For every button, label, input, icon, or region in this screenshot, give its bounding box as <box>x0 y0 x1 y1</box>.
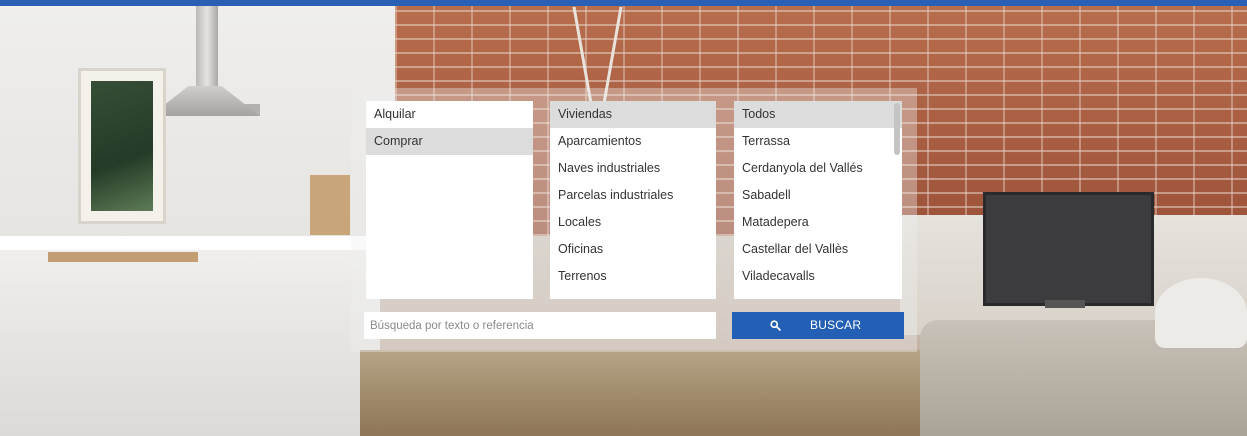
top-bar <box>0 0 1247 6</box>
operation-option[interactable]: Comprar <box>366 128 533 155</box>
cutting-board <box>48 252 198 262</box>
search-icon <box>770 320 781 331</box>
dining-area <box>360 350 920 436</box>
extractor-hood-pipe <box>196 6 218 86</box>
property-type-option[interactable]: Terrenos <box>550 263 716 290</box>
property-type-option[interactable]: Oficinas <box>550 236 716 263</box>
counter-top <box>0 236 380 250</box>
city-option[interactable]: Terrassa <box>734 128 902 155</box>
city-option[interactable]: Matadepera <box>734 209 902 236</box>
wood-board <box>310 175 350 235</box>
property-type-option[interactable]: Viviendas <box>550 101 716 128</box>
city-list[interactable]: Todos Terrassa Cerdanyola del Vallés Sab… <box>734 101 902 299</box>
property-type-option[interactable]: Naves industriales <box>550 155 716 182</box>
city-option[interactable]: Todos <box>734 101 902 128</box>
operation-list[interactable]: Alquilar Comprar <box>366 101 533 299</box>
city-option[interactable]: Sabadell <box>734 182 902 209</box>
city-option[interactable]: Viladecavalls <box>734 263 902 290</box>
operation-option[interactable]: Alquilar <box>366 101 533 128</box>
property-type-option[interactable]: Parcelas industriales <box>550 182 716 209</box>
wall-picture <box>78 68 166 224</box>
floor-lamp <box>1155 278 1247 348</box>
text-search-input[interactable] <box>364 312 716 339</box>
kitchen-counter <box>0 236 380 436</box>
property-type-option[interactable]: Aparcamientos <box>550 128 716 155</box>
property-type-option[interactable]: Locales <box>550 209 716 236</box>
tv-stand <box>1045 300 1085 308</box>
television <box>983 192 1154 306</box>
property-type-list[interactable]: Viviendas Aparcamientos Naves industrial… <box>550 101 716 299</box>
search-button-label: BUSCAR <box>810 318 862 332</box>
city-option[interactable]: Castellar del Vallès <box>734 236 902 263</box>
city-list-scrollbar[interactable] <box>894 103 900 155</box>
city-option[interactable]: Cerdanyola del Vallés <box>734 155 902 182</box>
search-button[interactable]: BUSCAR <box>732 312 904 339</box>
